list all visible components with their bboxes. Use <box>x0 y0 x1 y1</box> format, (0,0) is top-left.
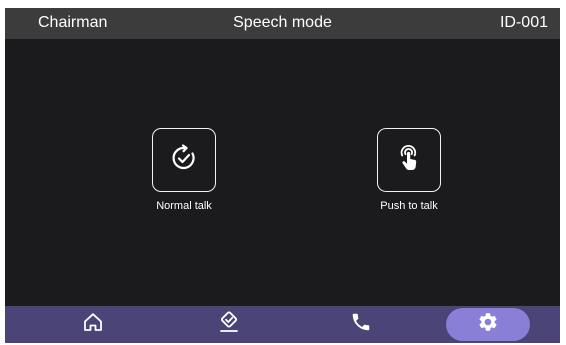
normal-talk-button[interactable] <box>152 128 216 192</box>
gear-icon <box>477 311 499 338</box>
nav-home-button[interactable] <box>73 306 113 343</box>
rotate-check-icon <box>168 142 200 179</box>
nav-phone-button[interactable] <box>341 306 381 343</box>
nav-check-button[interactable] <box>209 306 249 343</box>
normal-talk-option[interactable]: Normal talk <box>124 128 244 213</box>
device-id: ID-001 <box>499 14 548 31</box>
phone-icon <box>350 311 372 338</box>
normal-talk-label: Normal talk <box>156 200 212 212</box>
edit-check-icon <box>218 311 240 338</box>
hand-tap-icon <box>393 142 425 179</box>
push-to-talk-button[interactable] <box>377 128 441 192</box>
push-to-talk-option[interactable]: Push to talk <box>349 128 469 213</box>
page-title: Speech mode <box>233 14 332 31</box>
bottom-nav <box>5 306 560 343</box>
screen: Chairman Speech mode ID-001 Normal talk <box>5 8 560 343</box>
header-bar: Chairman Speech mode ID-001 <box>5 8 560 39</box>
nav-settings-button[interactable] <box>446 308 530 341</box>
home-icon <box>82 311 104 338</box>
push-to-talk-label: Push to talk <box>380 200 438 212</box>
